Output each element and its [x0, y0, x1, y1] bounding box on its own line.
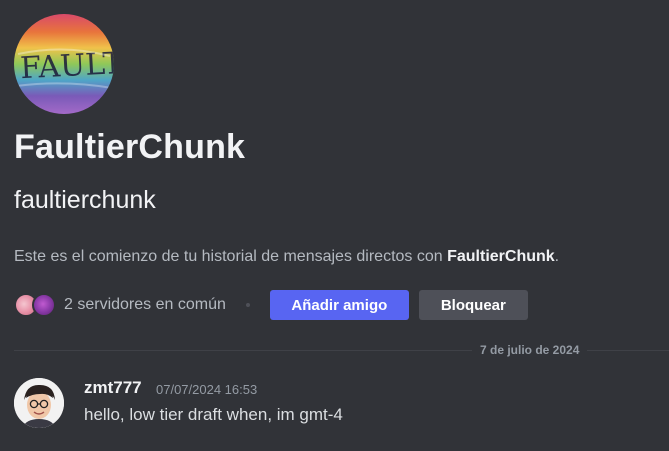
intro-name: FaultierChunk — [447, 248, 555, 265]
mutual-servers-row: 2 servidores en común Añadir amigo Bloqu… — [14, 290, 528, 320]
date-divider-label: 7 de julio de 2024 — [472, 343, 588, 357]
avatar-face-icon — [14, 378, 64, 428]
display-name: FaultierChunk — [14, 128, 246, 166]
block-button[interactable]: Bloquear — [418, 290, 528, 320]
mutual-server-icon[interactable] — [32, 293, 56, 317]
avatar-graffiti-icon: FAULTY — [15, 45, 114, 89]
mutual-servers-link[interactable]: 2 servidores en común — [64, 296, 226, 314]
intro-suffix: . — [554, 248, 560, 265]
message-author-name[interactable]: zmt777 — [84, 378, 142, 398]
intro-prefix: Este es el comienzo de tu historial de m… — [14, 248, 448, 265]
dm-intro-text: Este es el comienzo de tu historial de m… — [14, 248, 559, 266]
separator-dot — [245, 303, 250, 307]
username: faultierchunk — [14, 186, 156, 214]
profile-avatar[interactable]: FAULTY — [14, 14, 114, 114]
add-friend-button[interactable]: Añadir amigo — [269, 290, 409, 320]
message-author-avatar[interactable] — [14, 378, 64, 428]
message-content: hello, low tier draft when, im gmt-4 — [84, 405, 343, 424]
message-timestamp: 07/07/2024 16:53 — [156, 382, 258, 397]
dm-channel-view: FAULTY FaultierChunk faultierchunk Este … — [0, 0, 669, 451]
